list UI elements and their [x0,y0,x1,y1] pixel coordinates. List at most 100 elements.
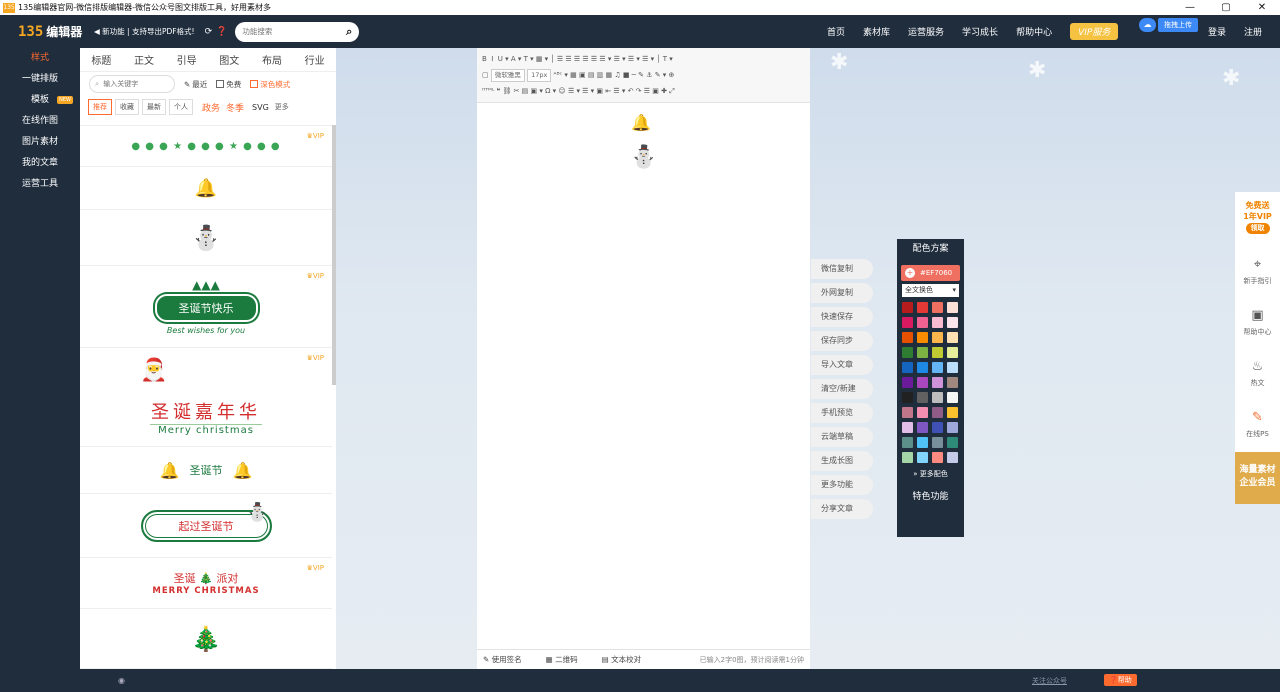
nav-home[interactable]: 首页 [827,25,845,38]
sidebar-item-one-click-layout[interactable]: 一键排版 [0,69,80,90]
beginner-guide-button[interactable]: ⌖ 新手指引 [1235,248,1280,299]
tab-industry[interactable]: 行业 [305,52,325,67]
color-swatch[interactable] [917,302,928,313]
style-item-merry-christmas-banner[interactable]: ♛VIP ▲▲▲ 圣诞节快乐 Best wishes for you [80,266,332,348]
bells-image[interactable]: 🔔 [631,113,651,132]
color-swatch[interactable] [947,302,958,313]
cloud-drafts-button[interactable]: 云端草稿 [811,427,873,447]
style-item-party[interactable]: ♛VIP 圣诞 🎄 派对 MERRY CHRISTMAS [80,558,332,609]
enterprise-member-promo[interactable]: 海量素材 企业会员 [1235,452,1280,504]
nav-materials[interactable]: 素材库 [863,25,890,38]
login-link[interactable]: 登录 [1208,25,1226,38]
color-swatch[interactable] [902,437,913,448]
search-icon[interactable]: ⌕ [346,25,352,39]
color-swatch[interactable] [932,317,943,328]
proofread-button[interactable]: ▤ 文本校对 [602,654,653,665]
close-button[interactable]: ✕ [1244,0,1280,15]
color-swatch[interactable] [932,302,943,313]
mobile-preview-button[interactable]: 手机预览 [811,403,873,423]
free-vip-promo[interactable]: 免费送 1年VIP 领取 [1235,192,1280,248]
sidebar-item-online-design[interactable]: 在线作图 [0,111,80,132]
color-swatch[interactable] [932,392,943,403]
sidebar-item-styles[interactable]: 样式 [0,48,80,69]
signature-button[interactable]: ✎ 使用签名 [483,654,534,665]
style-item-celebrate[interactable]: 起过圣诞节 ⛄ [80,494,332,558]
color-swatch[interactable] [947,317,958,328]
color-swatch[interactable] [947,377,958,388]
filter-recommended[interactable]: 推荐 [88,99,112,115]
toolbar-row-3[interactable]: ᴴᵀᴹᴸ ❝ ⛓ ✂ ▤ ▣ ▾ Ω ▾ ☺ ☰ ▾ ☰ ▾ ▣ ⇤ ☰ ▾ ↶… [482,83,805,99]
help-button[interactable]: ❓帮助 [1104,674,1137,686]
filter-favorites[interactable]: 收藏 [115,99,139,115]
maximize-button[interactable]: ▢ [1208,0,1244,15]
color-swatch[interactable] [902,407,913,418]
sidebar-item-my-articles[interactable]: 我的文章 [0,153,80,174]
refresh-icon[interactable]: ⟳ [205,27,213,37]
color-swatch[interactable] [932,422,943,433]
color-swatch[interactable] [932,452,943,463]
help-icon[interactable]: ❓ [216,27,227,37]
sidebar-item-templates[interactable]: 模板 NEW [0,90,80,111]
color-swatch[interactable] [947,332,958,343]
current-color-button[interactable]: + #EF7060 [901,265,960,281]
color-swatch[interactable] [902,302,913,313]
snowman-image[interactable]: ⛄ [630,145,657,170]
color-scope-select[interactable]: 全文换色 ▾ [902,284,959,297]
nav-learning[interactable]: 学习成长 [962,25,998,38]
color-swatch[interactable] [917,377,928,388]
share-article-button[interactable]: 分享文章 [811,499,873,519]
function-search-input[interactable] [242,27,323,36]
color-swatch[interactable] [932,347,943,358]
style-item-snowman[interactable]: ⛄ [80,210,332,266]
color-swatch[interactable] [917,407,928,418]
save-sync-button[interactable]: 保存同步 [811,331,873,351]
color-swatch[interactable] [902,422,913,433]
tab-layout[interactable]: 布局 [262,52,282,67]
logo[interactable]: 135 编辑器 [18,23,86,40]
more-colors-button[interactable]: » 更多配色 [897,469,964,479]
tab-guide[interactable]: 引导 [177,52,197,67]
follow-account-link[interactable]: 关注公众号 [1032,676,1067,686]
tag-winter[interactable]: 冬季 [226,101,244,114]
free-checkbox[interactable]: 免费 [216,79,241,90]
tab-image-text[interactable]: 图文 [219,52,239,67]
color-swatch[interactable] [947,422,958,433]
upload-widget[interactable]: ☁ 拖拽上传 [1139,17,1198,33]
toolbar-row-1[interactable]: B I U ▾ A ▾ T ▾ ▦ ▾ │ ☰ ☰ ☰ ☰ ☰ ☰ ▾ ☰ ▾ … [482,51,805,67]
nav-operations[interactable]: 运营服务 [908,25,944,38]
tab-title[interactable]: 标题 [91,52,111,67]
recent-toggle[interactable]: ✎ 最近 [184,79,207,90]
style-item-bells[interactable]: 🔔 [80,167,332,210]
wechat-copy-button[interactable]: 微信复制 [811,259,873,279]
vip-service-button[interactable]: VIP服务 [1070,23,1119,40]
sidebar-item-tools[interactable]: 运营工具 [0,174,80,195]
color-swatch[interactable] [917,392,928,403]
hot-articles-button[interactable]: ♨ 热文 [1235,350,1280,401]
style-item-tree[interactable]: 🎄 [80,609,332,669]
color-swatch[interactable] [902,362,913,373]
color-swatch[interactable] [932,407,943,418]
color-swatch[interactable] [917,422,928,433]
font-size-select[interactable]: 17px [527,69,552,82]
color-swatch[interactable] [902,332,913,343]
tag-svg[interactable]: SVG [252,103,269,112]
style-item-dots-stars[interactable]: ♛VIP ● ● ● ★ ● ● ● ★ ● ● ● [80,126,332,167]
style-item-carnival[interactable]: ♛VIP 🎅 圣诞嘉年华 Merry christmas [80,348,332,447]
clear-new-button[interactable]: 清空/新建 [811,379,873,399]
color-swatch[interactable] [917,347,928,358]
color-swatch[interactable] [932,377,943,388]
filter-personal[interactable]: 个人 [169,99,193,115]
style-item-christmas-bells[interactable]: 🔔 圣诞节 🔔 [80,447,332,494]
font-family-select[interactable]: 微软雅黑 [490,69,525,82]
color-swatch[interactable] [902,377,913,388]
online-ps-button[interactable]: ✎ 在线PS [1235,401,1280,452]
long-image-button[interactable]: 生成长图 [811,451,873,471]
color-swatch[interactable] [917,317,928,328]
editor-document[interactable]: 🔔 ⛄ [477,103,810,643]
promo-claim-button[interactable]: 领取 [1245,223,1270,234]
qrcode-button[interactable]: ▦ 二维码 [546,654,590,665]
quick-save-button[interactable]: 快速保存 [811,307,873,327]
more-functions-button[interactable]: 更多功能 [811,475,873,495]
keyword-search-input[interactable] [103,80,164,88]
color-swatch[interactable] [947,407,958,418]
